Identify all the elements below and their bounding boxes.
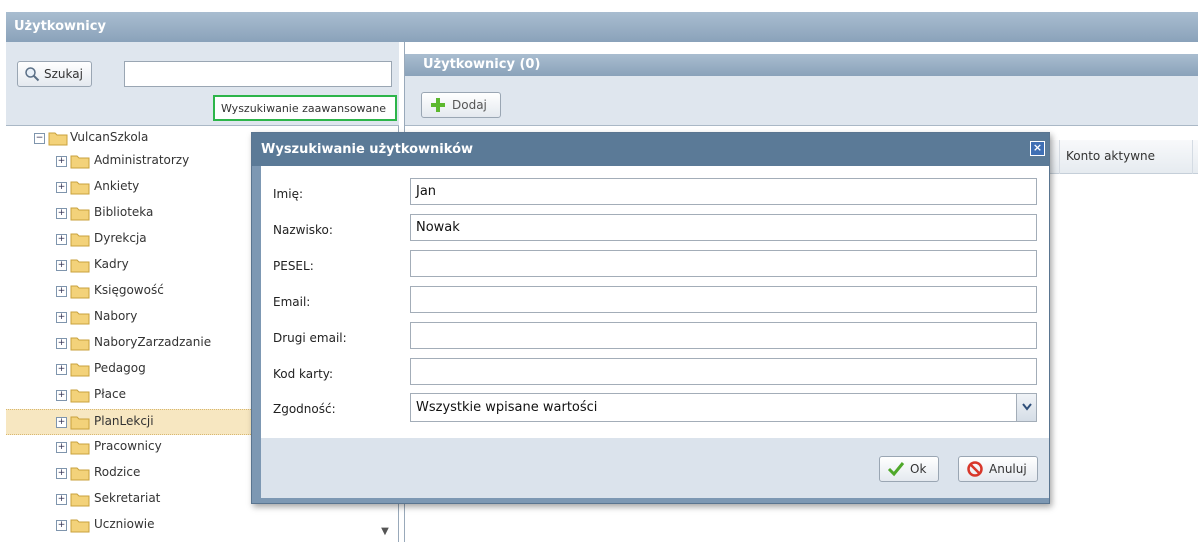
tree-item-label: Administratorzy	[94, 153, 190, 167]
folder-icon	[70, 335, 90, 351]
search-button-label: Szukaj	[44, 67, 83, 81]
tree-item-label: Kadry	[94, 257, 129, 271]
expand-icon[interactable]: +	[56, 260, 67, 271]
field-input[interactable]	[410, 250, 1037, 277]
folder-icon	[70, 414, 90, 430]
tree-item-label: Ankiety	[94, 179, 140, 193]
folder-icon	[70, 387, 90, 403]
folder-icon	[70, 231, 90, 247]
folder-icon	[70, 309, 90, 325]
match-label: Zgodność:	[273, 402, 336, 416]
close-icon[interactable]: ×	[1030, 141, 1045, 156]
user-search-dialog: Wyszukiwanie użytkowników × Imię: Jan Nazw…	[251, 132, 1050, 504]
folder-icon	[70, 491, 90, 507]
expand-icon[interactable]: +	[56, 338, 67, 349]
expand-icon[interactable]: +	[56, 494, 67, 505]
tree-item[interactable]: + Uczniowie	[6, 513, 399, 539]
field-label: Drugi email:	[273, 331, 347, 345]
expand-icon[interactable]: +	[56, 234, 67, 245]
column-header-account-active[interactable]: Konto aktywne	[1059, 140, 1193, 174]
field-label: Nazwisko:	[273, 223, 333, 237]
search-input[interactable]	[124, 61, 392, 87]
folder-icon	[70, 361, 90, 377]
tree-item-label: Płace	[94, 387, 126, 401]
folder-icon	[70, 179, 90, 195]
expand-icon[interactable]: +	[56, 390, 67, 401]
expand-icon[interactable]: +	[56, 364, 67, 375]
dialog-title: Wyszukiwanie użytkowników	[252, 133, 1049, 166]
cancel-label: Anuluj	[989, 462, 1027, 476]
tree-item-label: Dyrekcja	[94, 231, 147, 245]
expand-icon[interactable]: +	[56, 208, 67, 219]
expand-icon[interactable]: +	[56, 417, 67, 428]
expand-icon[interactable]: +	[56, 286, 67, 297]
add-user-button[interactable]: Dodaj	[421, 92, 501, 118]
plus-icon	[431, 98, 445, 112]
ok-button[interactable]: Ok	[879, 456, 939, 482]
tree-root-label: VulcanSzkola	[70, 130, 149, 144]
top-strip	[0, 0, 1198, 12]
chevron-down-icon[interactable]	[1016, 394, 1036, 421]
folder-icon	[70, 517, 90, 533]
dialog-body: Imię: Jan Nazwisko: Nowak PESEL: Email: Drugi …	[261, 166, 1049, 438]
search-icon	[25, 67, 40, 82]
folder-icon	[70, 465, 90, 481]
app-title: Użytkownicy	[14, 19, 106, 34]
match-select-value: Wszystkie wpisane wartości	[416, 400, 598, 415]
tree-item-label: Sekretariat	[94, 491, 161, 505]
users-panel-title: Użytkownicy (0)	[423, 57, 541, 72]
field-input[interactable]: Nowak	[410, 214, 1037, 241]
cancel-button[interactable]: Anuluj	[958, 456, 1038, 482]
field-input[interactable]: Jan	[410, 178, 1037, 205]
users-toolbar: Dodaj	[405, 76, 1198, 126]
field-input[interactable]	[410, 286, 1037, 313]
left-toolbar: Szukaj Wyszukiwanie zaawansowane	[6, 42, 399, 126]
folder-icon	[70, 205, 90, 221]
tree-item-label: Pedagog	[94, 361, 146, 375]
match-select[interactable]: Wszystkie wpisane wartości	[410, 393, 1037, 422]
expand-icon[interactable]: +	[56, 156, 67, 167]
collapse-icon[interactable]: −	[34, 133, 45, 144]
cancel-icon	[967, 461, 983, 477]
expand-icon[interactable]: +	[56, 442, 67, 453]
add-user-label: Dodaj	[452, 98, 487, 112]
folder-icon	[70, 283, 90, 299]
field-label: Kod karty:	[273, 367, 334, 381]
expand-icon[interactable]: +	[56, 312, 67, 323]
expand-icon[interactable]: +	[56, 520, 67, 531]
checkmark-icon	[887, 462, 905, 477]
field-label: PESEL:	[273, 259, 314, 273]
tree-item-label: Nabory	[94, 309, 138, 323]
tree-item-label: NaboryZarzadzanie	[94, 335, 212, 349]
expand-icon[interactable]: +	[56, 182, 67, 193]
field-input[interactable]	[410, 322, 1037, 349]
folder-icon	[70, 153, 90, 169]
dialog-footer: Ok Anuluj	[261, 438, 1049, 498]
ok-label: Ok	[910, 462, 927, 476]
tree-scroll-down-arrow[interactable]: ▼	[378, 526, 392, 540]
field-input[interactable]	[410, 358, 1037, 385]
folder-icon	[70, 257, 90, 273]
advanced-search-button[interactable]: Wyszukiwanie zaawansowane	[213, 95, 397, 121]
app-title-bar: Użytkownicy	[6, 12, 1198, 42]
field-label: Imię:	[273, 187, 303, 201]
expand-icon[interactable]: +	[56, 468, 67, 479]
tree-item-label: Pracownicy	[94, 439, 162, 453]
tree-item-label: Uczniowie	[94, 517, 155, 531]
tree-item-label: Rodzice	[94, 465, 141, 479]
tree-item-label: Księgowość	[94, 283, 164, 297]
search-button[interactable]: Szukaj	[17, 61, 92, 87]
folder-icon	[70, 439, 90, 455]
tree-item-label: Biblioteka	[94, 205, 154, 219]
field-label: Email:	[273, 295, 311, 309]
tree-item-label: PlanLekcji	[94, 414, 154, 428]
users-panel-header: Użytkownicy (0)	[405, 54, 1198, 76]
folder-open-icon	[48, 130, 68, 146]
